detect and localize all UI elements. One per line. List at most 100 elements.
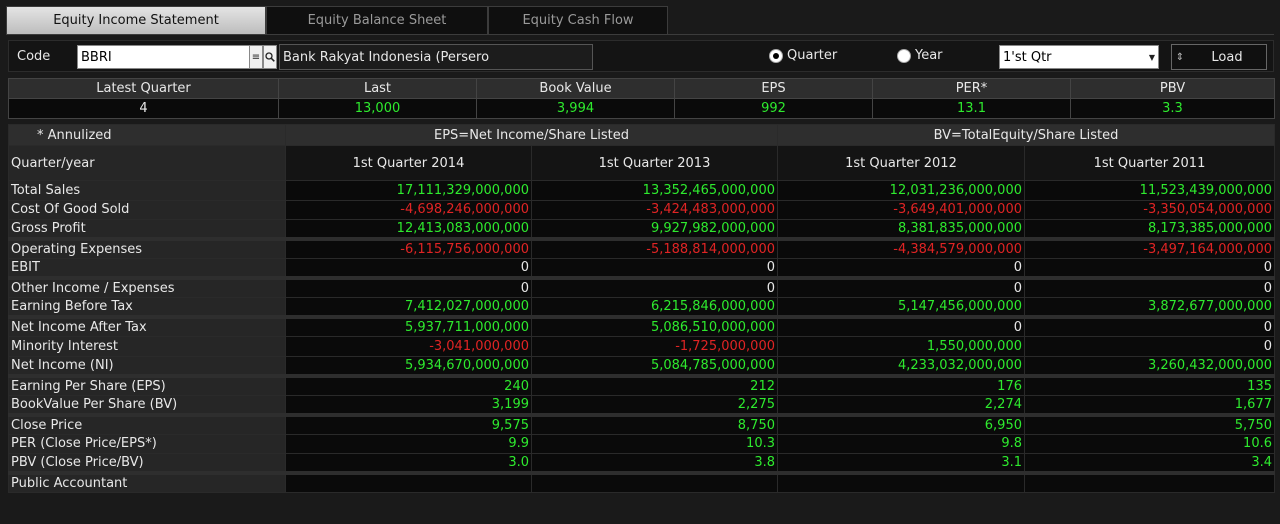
table-row: Earning Before Tax 7,412,027,000,000 6,215… [8,297,1275,318]
table-cell: 0 [285,276,532,298]
table-cell: 0 [1024,258,1275,279]
table-cell: 9,927,982,000,000 [531,219,778,240]
row-label: Net Income (NI) [8,355,286,376]
summary-header-last: Last [278,78,477,99]
table-cell: 135 [1024,373,1275,396]
bv-formula: BV=TotalEquity/Share Listed [777,124,1275,146]
table-cell: -3,041,000,000 [285,336,532,357]
tab-equity-balance-sheet[interactable]: Equity Balance Sheet [266,6,488,34]
summary-header-book-value: Book Value [476,78,675,99]
table-cell [285,471,532,493]
table-cell: 9.9 [285,433,532,454]
row-label: BookValue Per Share (BV) [8,394,286,415]
quarter-select-value: 1'st Qtr [1003,49,1052,65]
table-row: Close Price 9,575 8,750 6,950 5,750 [8,412,1275,435]
table-cell: 0 [1024,276,1275,298]
row-label: Total Sales [8,180,286,201]
quarter-select[interactable]: 1'st Qtr ▼ [999,45,1159,69]
table-cell [777,471,1025,493]
row-label: Public Accountant [8,471,286,493]
summary-header-eps: EPS [674,78,873,99]
table-row: Net Income (NI) 5,934,670,000,000 5,084,78… [8,355,1275,376]
table-cell: 5,147,456,000,000 [777,297,1025,318]
table-cell: 3,872,677,000,000 [1024,297,1275,318]
column-header: 1st Quarter 2014 [285,145,532,181]
summary-value-latest-quarter: 4 [8,98,279,119]
table-cell: 5,084,785,000,000 [531,355,778,376]
table-cell: -3,424,483,000,000 [531,199,778,220]
table-cell: 3.1 [777,453,1025,474]
table-cell: 0 [777,276,1025,298]
table-cell: 0 [1024,315,1275,337]
row-label: PBV (Close Price/BV) [8,453,286,474]
table-cell: 2,274 [777,394,1025,415]
table-cell: 9,575 [285,412,532,435]
table-cell: 0 [777,315,1025,337]
table-cell: 13,352,465,000,000 [531,180,778,201]
table-row: Cost Of Good Sold -4,698,246,000,000 -3,42… [8,199,1275,220]
annualized-note: * Annulized [8,124,286,146]
quarter-header-row: Quarter/year 1st Quarter 2014 1st Quarte… [8,145,1275,181]
table-row: Minority Interest -3,041,000,000 -1,725,00… [8,336,1275,357]
tab-equity-cash-flow[interactable]: Equity Cash Flow [488,6,668,34]
summary-value-book-value: 3,994 [476,98,675,119]
row-label: Cost Of Good Sold [8,199,286,220]
table-cell: 6,215,846,000,000 [531,297,778,318]
radio-quarter-dot[interactable] [769,48,783,63]
table-cell: 3,199 [285,394,532,415]
table-cell: -3,649,401,000,000 [777,199,1025,220]
row-label: Operating Expenses [8,237,286,259]
table-cell: 5,937,711,000,000 [285,315,532,337]
summary-header-per: PER* [872,78,1071,99]
table-cell: -6,115,756,000,000 [285,237,532,259]
column-header: 1st Quarter 2011 [1024,145,1275,181]
search-icon[interactable] [263,45,277,69]
table-cell: 7,412,027,000,000 [285,297,532,318]
table-row: Public Accountant [8,471,1275,493]
column-header: 1st Quarter 2012 [777,145,1025,181]
tab-equity-income-statement[interactable]: Equity Income Statement [6,6,266,34]
table-cell: 1,677 [1024,394,1275,415]
table-cell: 0 [531,276,778,298]
chevron-down-icon[interactable]: ▼ [1146,46,1158,68]
radio-quarter-label: Quarter [787,48,838,63]
table-cell: -4,384,579,000,000 [777,237,1025,259]
table-cell: 8,750 [531,412,778,435]
table-cell: 0 [285,258,532,279]
code-combobox[interactable]: BBRI ▼ [77,45,261,69]
table-row: Operating Expenses -6,115,756,000,000 -5,1… [8,237,1275,259]
table-row: Earning Per Share (EPS) 240 212 176 135 [8,373,1275,396]
row-label: Minority Interest [8,336,286,357]
table-row: PBV (Close Price/BV) 3.0 3.8 3.1 3.4 [8,453,1275,474]
row-label: Close Price [8,412,286,435]
summary-value-eps: 992 [674,98,873,119]
table-row: Other Income / Expenses 0 0 0 0 [8,276,1275,298]
summary-header-row: Latest Quarter Last Book Value EPS PER* … [8,78,1275,99]
table-cell: 8,381,835,000,000 [777,219,1025,240]
table-cell: 10.3 [531,433,778,454]
table-cell: 0 [531,258,778,279]
row-label: Gross Profit [8,219,286,240]
table-cell: 3.0 [285,453,532,474]
table-cell: 5,750 [1024,412,1275,435]
column-header: 1st Quarter 2013 [531,145,778,181]
tab-divider [6,34,1274,35]
row-label: PER (Close Price/EPS*) [8,433,286,454]
radio-quarter[interactable]: Quarter [769,48,837,63]
row-label: Earning Per Share (EPS) [8,373,286,396]
table-cell: -1,725,000,000 [531,336,778,357]
summary-value-per: 13.1 [872,98,1071,119]
table-row: Net Income After Tax 5,937,711,000,000 5,0… [8,315,1275,337]
radio-year[interactable]: Year [897,48,943,63]
table-cell: 3,260,432,000,000 [1024,355,1275,376]
radio-year-dot[interactable] [897,48,911,63]
list-icon[interactable]: ≡ [249,45,263,69]
table-cell: 240 [285,373,532,396]
radio-year-label: Year [915,48,943,63]
table-cell: 11,523,439,000,000 [1024,180,1275,201]
table-cell: -3,497,164,000,000 [1024,237,1275,259]
formula-header-row: * Annulized EPS=Net Income/Share Listed … [8,124,1275,146]
row-label: Net Income After Tax [8,315,286,337]
table-cell: 10.6 [1024,433,1275,454]
load-button[interactable]: ⇕ Load [1171,44,1267,70]
